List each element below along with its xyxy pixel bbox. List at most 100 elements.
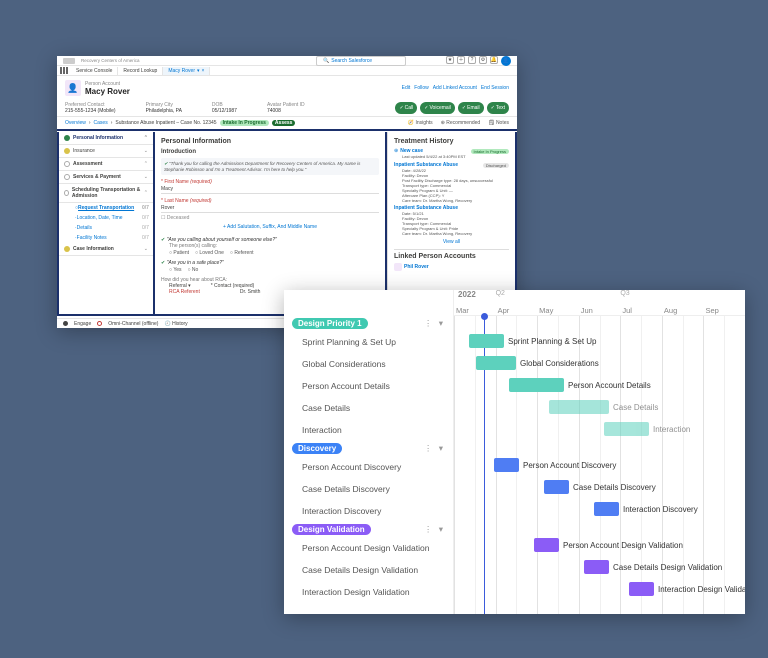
gantt-bar[interactable]: Case Details <box>549 400 609 414</box>
gantt-group-header[interactable]: Design Priority 1⋮ ▾ <box>284 316 453 331</box>
gantt-bar[interactable]: Person Account Design Validation <box>534 538 559 552</box>
notification-bell-icon[interactable]: 🔔 <box>490 56 498 64</box>
notes-tab[interactable]: 🗒 Notes <box>488 120 509 126</box>
gantt-task-label[interactable]: Person Account Discovery <box>284 456 453 478</box>
sidebar-item-case-info[interactable]: Case Information⌄ <box>59 243 153 256</box>
group-menu-icon[interactable]: ⋮ ▾ <box>424 443 445 454</box>
gantt-task-label[interactable]: Interaction Design Validation <box>284 581 453 603</box>
chevron-down-icon: ▾ <box>197 68 200 74</box>
omni-util[interactable]: Omni-Channel (offline) <box>108 321 158 327</box>
gantt-task-label[interactable]: Case Details Discovery <box>284 478 453 500</box>
setup-gear-icon[interactable]: ⚙ <box>479 56 487 64</box>
opt-safe-no[interactable]: No <box>188 267 199 273</box>
first-name-input[interactable]: Macy <box>161 185 379 194</box>
gantt-task-label[interactable]: Sprint Planning & Set Up <box>284 331 453 353</box>
sidebar-sub-location[interactable]: · Location, Date, Time0/7 <box>59 213 153 223</box>
opt-referent[interactable]: Referent <box>230 250 254 256</box>
org-logo <box>63 58 75 64</box>
add-icon[interactable]: ＋ <box>457 56 465 64</box>
gantt-group-header[interactable]: Discovery⋮ ▾ <box>284 441 453 456</box>
end-session-button[interactable]: End Session <box>481 85 509 91</box>
gantt-task-label[interactable]: Interaction Discovery <box>284 500 453 522</box>
app-name-tab: Service Console <box>71 67 118 75</box>
sidebar-sub-facility-notes[interactable]: · Facility Notes0/7 <box>59 233 153 243</box>
month-label: Mar <box>454 306 496 315</box>
tab-record-lookup[interactable]: Record Lookup <box>118 67 163 75</box>
crumb-overview[interactable]: Overview <box>65 120 86 126</box>
crumb-cases[interactable]: Cases <box>94 120 108 126</box>
gantt-task-label[interactable]: Case Details <box>284 397 453 419</box>
global-search-input[interactable]: 🔍 Search Salesforce <box>316 56 406 66</box>
gantt-bar-label: Interaction Design Validation <box>658 585 745 594</box>
insights-tab[interactable]: 🧭 Insights <box>408 120 433 126</box>
gantt-bar[interactable]: Person Account Details <box>509 378 564 392</box>
app-launcher-icon[interactable] <box>60 67 68 75</box>
engage-util[interactable]: Engage <box>74 321 91 327</box>
subsection-title: Introduction <box>161 149 379 155</box>
gantt-bar-label: Person Account Design Validation <box>563 541 683 550</box>
gantt-task-label[interactable]: Global Considerations <box>284 353 453 375</box>
gantt-bar[interactable]: Interaction <box>604 422 649 436</box>
gantt-bar[interactable]: Sprint Planning & Set Up <box>469 334 504 348</box>
chevron-up-icon: ⌃ <box>144 135 148 141</box>
gantt-bar[interactable]: Interaction Discovery <box>594 502 619 516</box>
month-label: Aug <box>662 306 704 315</box>
recommended-tab[interactable]: ⊕ Recommended <box>441 120 481 126</box>
record-highlights: Preferred Contact215-555-1234 (Mobile) P… <box>57 100 517 117</box>
sidebar-item-insurance[interactable]: Insurance⌄ <box>59 145 153 158</box>
consent-voicemail-pill: ✓ Voicemail <box>420 102 455 114</box>
month-label: Jul <box>620 306 662 315</box>
consent-call-pill: ✓ Call <box>395 102 417 114</box>
sidebar-item-assessment[interactable]: Assessment⌃ <box>59 158 153 171</box>
gantt-bar[interactable]: Interaction Design Validation <box>629 582 654 596</box>
last-name-input[interactable]: Rover <box>161 204 379 213</box>
gantt-bar-label: Case Details Design Validation <box>613 563 722 572</box>
gantt-chart-area: 2022 Q2Q3 MarAprMayJunJulAugSep Sprint P… <box>454 290 745 614</box>
opt-loved-one[interactable]: Loved One <box>195 250 224 256</box>
user-avatar[interactable]: 👤 <box>501 56 511 66</box>
gantt-bar-label: Interaction <box>653 425 690 434</box>
gantt-bar[interactable]: Case Details Design Validation <box>584 560 609 574</box>
gantt-bar-label: Person Account Details <box>568 381 651 390</box>
gantt-group-header[interactable]: Design Validation⋮ ▾ <box>284 522 453 537</box>
sidebar-sub-request-transport[interactable]: ○ Request Transportation0/7 <box>59 203 153 213</box>
view-all-link[interactable]: View all <box>394 239 509 245</box>
linked-person-link[interactable]: Phil Rover <box>404 264 429 270</box>
follow-button[interactable]: Follow <box>414 85 428 91</box>
favorite-icon[interactable]: ★ <box>446 56 454 64</box>
group-menu-icon[interactable]: ⋮ ▾ <box>424 524 445 535</box>
sidebar-item-personal-info[interactable]: Personal Information⌃ <box>59 132 153 145</box>
utility-icons: ★ ＋ ? ⚙ 🔔 👤 <box>446 56 511 66</box>
gantt-task-label[interactable]: Case Details Design Validation <box>284 559 453 581</box>
opt-patient[interactable]: Patient <box>169 250 189 256</box>
org-name: Recovery Centers of America <box>81 58 140 63</box>
gantt-bar[interactable]: Person Account Discovery <box>494 458 519 472</box>
gantt-task-label[interactable]: Interaction <box>284 419 453 441</box>
history-util[interactable]: 🕘 History <box>164 321 187 327</box>
gantt-bar-label: Case Details <box>613 403 658 412</box>
add-linked-account-button[interactable]: Add Linked Account <box>433 85 477 91</box>
sidebar-sub-details[interactable]: · Details0/7 <box>59 223 153 233</box>
group-menu-icon[interactable]: ⋮ ▾ <box>424 318 445 329</box>
contact-input[interactable]: Dr. Smith <box>240 289 261 295</box>
intake-sidebar: Personal Information⌃ Insurance⌄ Assessm… <box>57 132 155 316</box>
month-label: Jun <box>579 306 621 315</box>
add-name-fields-link[interactable]: + Add Salutation, Suffix, And Middle Nam… <box>161 221 379 233</box>
global-search-wrap: 🔍 Search Salesforce ★ ＋ ? ⚙ 🔔 👤 <box>316 56 511 66</box>
edit-button[interactable]: Edit <box>402 85 411 91</box>
tab-macy-rover[interactable]: Macy Rover ▾ × <box>163 67 210 75</box>
gantt-bar[interactable]: Case Details Discovery <box>544 480 569 494</box>
gantt-bar-label: Case Details Discovery <box>573 483 656 492</box>
opt-safe-yes[interactable]: Yes <box>169 267 182 273</box>
gantt-task-label[interactable]: Person Account Details <box>284 375 453 397</box>
sidebar-item-scheduling[interactable]: Scheduling Transportation & Admission⌃ <box>59 184 153 203</box>
record-title: Macy Rover <box>85 87 130 96</box>
month-label: Sep <box>703 306 745 315</box>
gantt-bar[interactable]: Global Considerations <box>476 356 516 370</box>
treatment-history-panel: Treatment History ⊕New caseIntake In Pro… <box>387 132 517 316</box>
help-icon[interactable]: ? <box>468 56 476 64</box>
sidebar-item-services[interactable]: Services & Payment⌄ <box>59 171 153 184</box>
script-prompt: ✔ "Thank you for calling the Admissions … <box>161 158 379 175</box>
gantt-task-label[interactable]: Person Account Design Validation <box>284 537 453 559</box>
close-icon[interactable]: × <box>202 68 205 74</box>
